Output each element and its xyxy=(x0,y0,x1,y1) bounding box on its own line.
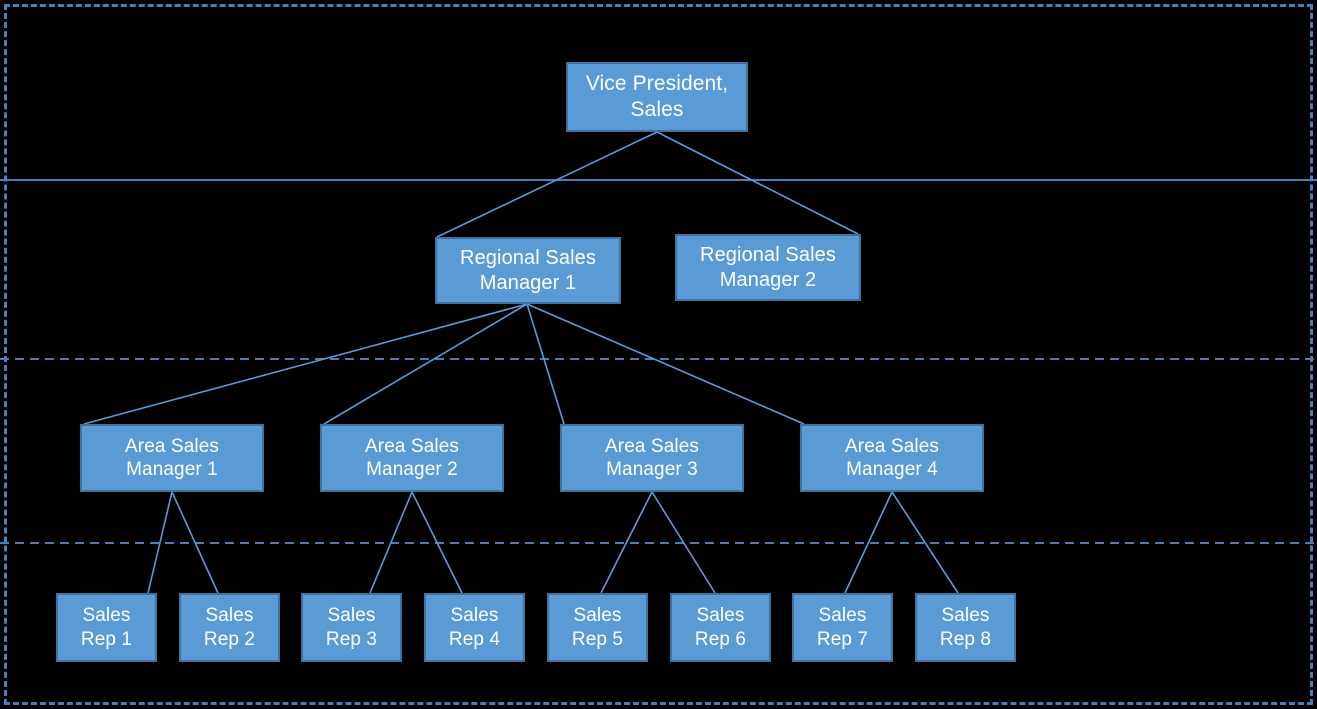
org-node-rep2[interactable]: Sales Rep 2 xyxy=(179,593,280,662)
connector-asm4-rep7[interactable] xyxy=(844,491,893,594)
org-node-rep6[interactable]: Sales Rep 6 xyxy=(670,593,771,662)
connector-rsm1-asm3[interactable] xyxy=(526,303,565,425)
org-node-asm4[interactable]: Area Sales Manager 4 xyxy=(800,424,984,492)
connector-rsm1-asm2[interactable] xyxy=(323,303,528,425)
org-node-asm3[interactable]: Area Sales Manager 3 xyxy=(560,424,744,492)
org-node-asm1[interactable]: Area Sales Manager 1 xyxy=(80,424,264,492)
org-node-rep8[interactable]: Sales Rep 8 xyxy=(915,593,1016,662)
org-node-rep7[interactable]: Sales Rep 7 xyxy=(792,593,893,662)
connector-rsm1-asm4[interactable] xyxy=(526,303,805,425)
org-node-rep1[interactable]: Sales Rep 1 xyxy=(56,593,157,662)
connector-rsm1-asm1[interactable] xyxy=(83,303,528,425)
org-chart-canvas: Vice President, Sales Regional Sales Mana… xyxy=(0,0,1317,709)
connector-vp-rsm1[interactable] xyxy=(436,131,658,238)
org-node-rsm2[interactable]: Regional Sales Manager 2 xyxy=(675,234,861,301)
org-node-vp[interactable]: Vice President, Sales xyxy=(566,62,748,132)
org-node-rsm1[interactable]: Regional Sales Manager 1 xyxy=(435,237,621,304)
connector-group xyxy=(83,131,959,594)
org-node-rep4[interactable]: Sales Rep 4 xyxy=(424,593,525,662)
org-node-rep5[interactable]: Sales Rep 5 xyxy=(547,593,648,662)
org-node-rep3[interactable]: Sales Rep 3 xyxy=(301,593,402,662)
org-node-asm2[interactable]: Area Sales Manager 2 xyxy=(320,424,504,492)
connector-vp-rsm2[interactable] xyxy=(656,131,859,235)
